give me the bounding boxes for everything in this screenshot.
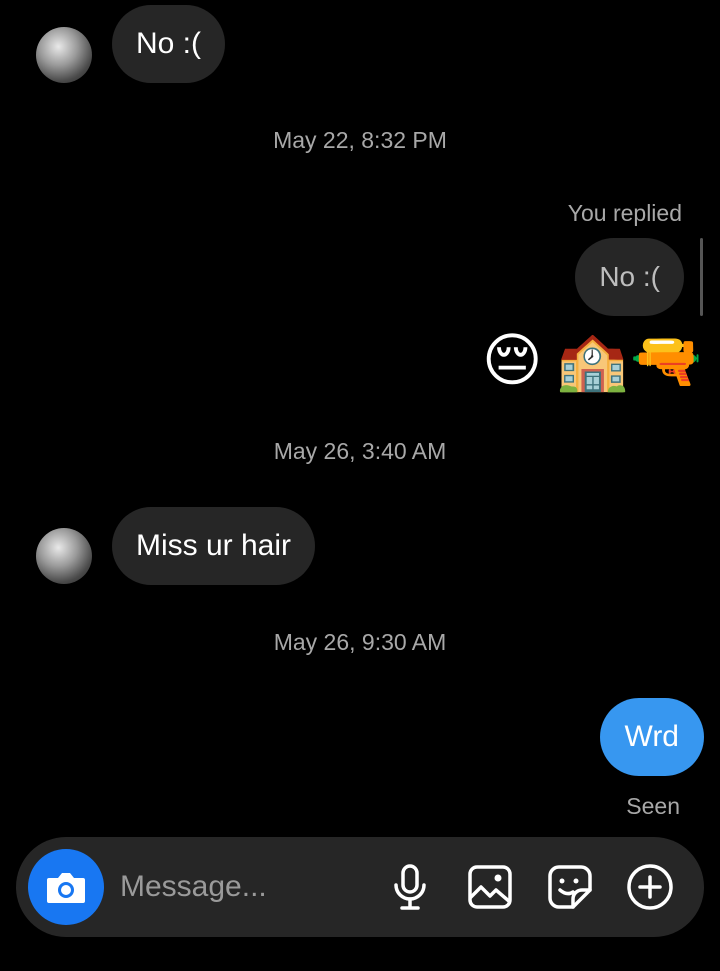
message-text: Wrd	[624, 720, 679, 753]
outgoing-message-bubble[interactable]: Wrd	[599, 698, 704, 776]
incoming-message-bubble[interactable]: Miss ur hair	[112, 507, 316, 585]
gallery-icon	[468, 865, 512, 909]
microphone-icon	[394, 864, 426, 910]
quoted-message-text: No :(	[599, 261, 660, 292]
timestamp: May 26, 3:40 AM	[273, 438, 447, 464]
voice-message-button[interactable]	[386, 863, 434, 911]
incoming-message-bubble[interactable]: No :(	[112, 5, 226, 83]
more-options-button[interactable]	[626, 863, 674, 911]
sticker-icon	[548, 865, 592, 909]
message-text: No :(	[136, 27, 202, 60]
quoted-message-bubble[interactable]: No :(	[575, 238, 684, 316]
sender-avatar[interactable]	[36, 528, 92, 584]
camera-icon	[47, 873, 85, 903]
reply-label: You replied	[567, 200, 682, 226]
seen-status: Seen	[626, 793, 680, 819]
reply-indicator-line	[700, 238, 703, 316]
sticker-button[interactable]	[546, 863, 594, 911]
plus-icon	[627, 864, 673, 910]
message-input[interactable]	[120, 862, 370, 912]
gallery-button[interactable]	[466, 863, 514, 911]
timestamp: May 26, 9:30 AM	[273, 629, 447, 655]
sender-avatar[interactable]	[36, 27, 92, 83]
school-emoji[interactable]: 🏫	[556, 326, 628, 396]
message-text: Miss ur hair	[136, 529, 292, 562]
timestamp: May 22, 8:32 PM	[273, 127, 447, 153]
pensive-face-emoji[interactable]: 😔	[482, 326, 542, 396]
water-pistol-emoji[interactable]: 🔫	[630, 326, 702, 396]
camera-button[interactable]	[28, 849, 104, 925]
